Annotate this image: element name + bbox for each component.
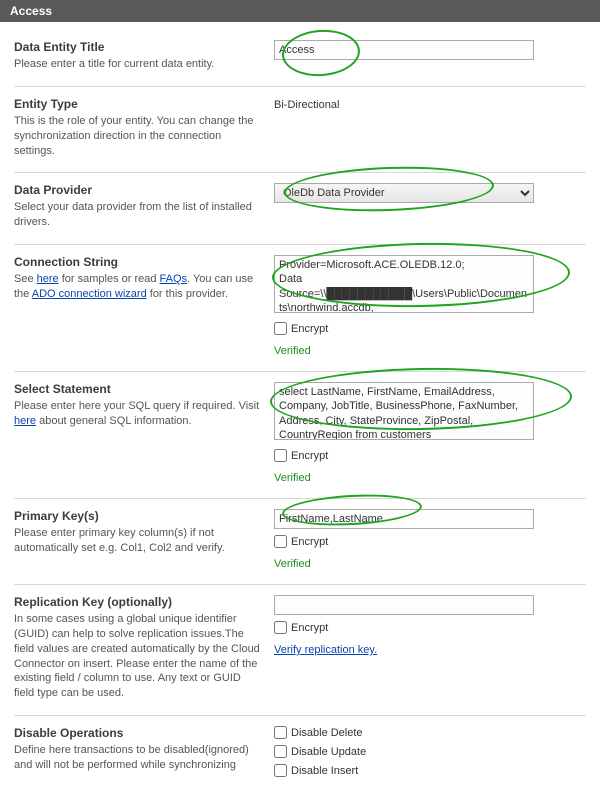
replication-key-input[interactable] xyxy=(274,595,534,615)
entity-type-label: Entity Type xyxy=(14,97,262,111)
row-data-entity-title: Data Entity Title Please enter a title f… xyxy=(14,30,586,87)
ado-wizard-link[interactable]: ADO connection wizard xyxy=(32,288,147,300)
form-body: Data Entity Title Please enter a title f… xyxy=(0,22,600,811)
connection-string-desc: See here for samples or read FAQs. You c… xyxy=(14,272,262,302)
primary-keys-encrypt-label: Encrypt xyxy=(291,536,328,548)
row-primary-keys: Primary Key(s) Please enter primary key … xyxy=(14,499,586,585)
disable-update-checkbox[interactable] xyxy=(274,745,287,758)
faqs-link[interactable]: FAQs xyxy=(160,273,188,285)
replication-key-encrypt-checkbox[interactable] xyxy=(274,621,287,634)
select-statement-encrypt-checkbox[interactable] xyxy=(274,449,287,462)
select-statement-encrypt-label: Encrypt xyxy=(291,450,328,462)
data-entity-title-input[interactable] xyxy=(274,40,534,60)
data-provider-label: Data Provider xyxy=(14,183,262,197)
data-provider-select[interactable]: OleDb Data Provider xyxy=(274,183,534,203)
select-statement-textarea[interactable]: select LastName, FirstName, EmailAddress… xyxy=(274,382,534,440)
data-entity-title-label: Data Entity Title xyxy=(14,40,262,54)
row-replication-key: Replication Key (optionally) In some cas… xyxy=(14,585,586,716)
primary-keys-desc: Please enter primary key column(s) if no… xyxy=(14,526,262,556)
primary-keys-encrypt-checkbox[interactable] xyxy=(274,535,287,548)
row-entity-type: Entity Type This is the role of your ent… xyxy=(14,87,586,174)
disable-operations-label: Disable Operations xyxy=(14,726,262,740)
entity-type-desc: This is the role of your entity. You can… xyxy=(14,114,262,159)
disable-delete-checkbox[interactable] xyxy=(274,726,287,739)
row-disable-operations: Disable Operations Define here transacti… xyxy=(14,716,586,791)
connection-string-status: Verified xyxy=(274,345,586,357)
disable-insert-checkbox[interactable] xyxy=(274,764,287,777)
primary-keys-label: Primary Key(s) xyxy=(14,509,262,523)
samples-link[interactable]: here xyxy=(37,273,59,285)
entity-type-value: Bi-Directional xyxy=(274,97,586,111)
replication-key-label: Replication Key (optionally) xyxy=(14,595,262,609)
disable-insert-label: Disable Insert xyxy=(291,765,358,777)
data-entity-title-desc: Please enter a title for current data en… xyxy=(14,57,262,72)
row-connection-string: Connection String See here for samples o… xyxy=(14,245,586,372)
window-title: Access xyxy=(0,0,600,22)
disable-update-label: Disable Update xyxy=(291,746,366,758)
replication-key-desc: In some cases using a global unique iden… xyxy=(14,612,262,701)
primary-keys-input[interactable] xyxy=(274,509,534,529)
row-data-provider: Data Provider Select your data provider … xyxy=(14,173,586,245)
row-select-statement: Select Statement Please enter here your … xyxy=(14,372,586,499)
disable-operations-desc: Define here transactions to be disabled(… xyxy=(14,743,262,773)
sql-info-link[interactable]: here xyxy=(14,415,36,427)
connection-string-label: Connection String xyxy=(14,255,262,269)
verify-replication-key-link[interactable]: Verify replication key. xyxy=(274,644,377,656)
replication-key-encrypt-label: Encrypt xyxy=(291,622,328,634)
connection-string-encrypt-checkbox[interactable] xyxy=(274,322,287,335)
data-provider-desc: Select your data provider from the list … xyxy=(14,200,262,230)
primary-keys-status: Verified xyxy=(274,558,586,570)
select-statement-desc: Please enter here your SQL query if requ… xyxy=(14,399,262,429)
select-statement-status: Verified xyxy=(274,472,586,484)
select-statement-label: Select Statement xyxy=(14,382,262,396)
connection-string-encrypt-label: Encrypt xyxy=(291,323,328,335)
connection-string-textarea[interactable]: Provider=Microsoft.ACE.OLEDB.12.0; Data … xyxy=(274,255,534,313)
disable-delete-label: Disable Delete xyxy=(291,727,363,739)
